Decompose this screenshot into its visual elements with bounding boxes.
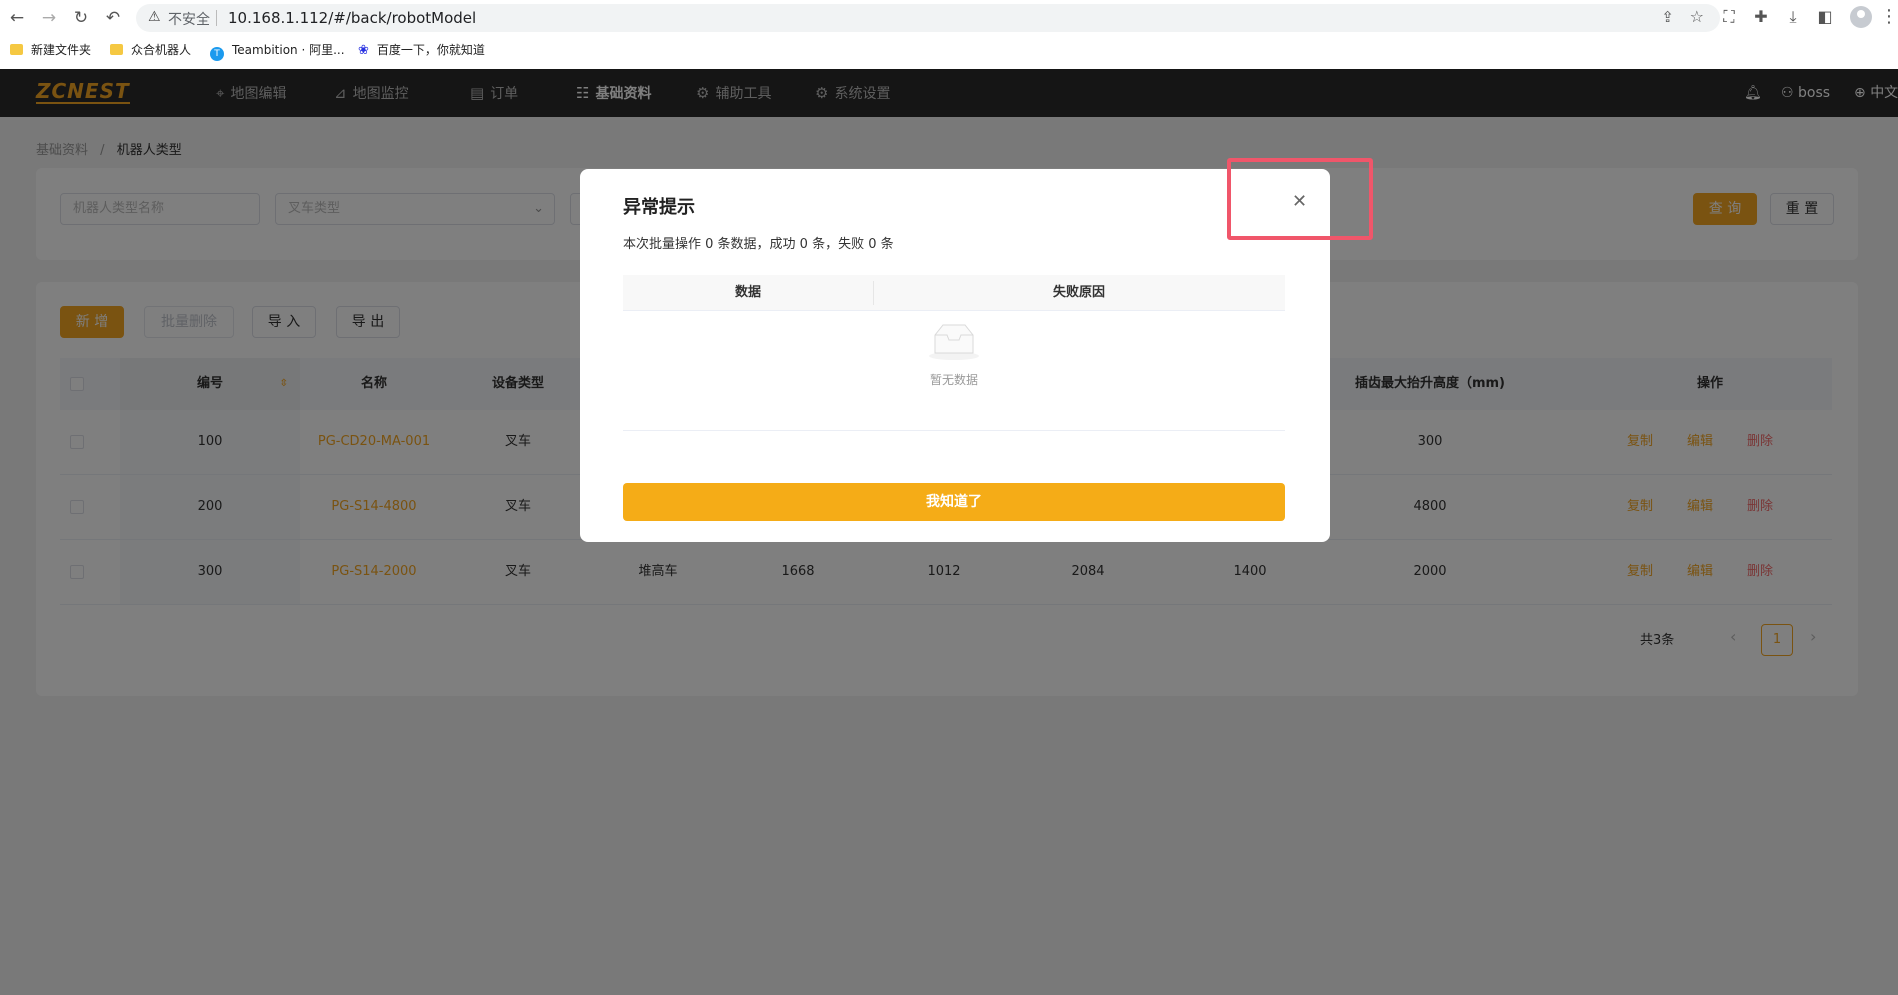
header-data: 数据 xyxy=(734,285,761,300)
share-icon[interactable]: ⇪ xyxy=(1661,8,1674,26)
menu-icon[interactable]: ⋮ xyxy=(1880,6,1898,27)
bookmark-baidu[interactable]: ❀ 百度一下，你就知道 xyxy=(358,41,485,58)
empty-inbox-icon xyxy=(929,324,979,360)
header-fail-reason: 失败原因 xyxy=(1052,285,1105,300)
warning-icon: ⚠ xyxy=(148,9,161,25)
dialog-title: 异常提示 xyxy=(623,197,695,218)
sidepanel-icon[interactable]: ◧ xyxy=(1814,7,1836,26)
browser-chrome: ← → ↻ ↶ ⚠ 不安全 10.168.1.112/#/back/robotM… xyxy=(0,0,1898,69)
empty-text: 暂无数据 xyxy=(929,373,978,387)
crop-icon[interactable]: ⛶ xyxy=(1718,7,1740,27)
profile-avatar[interactable] xyxy=(1850,6,1872,28)
exception-dialog: 异常提示 ✕ 本次批量操作 0 条数据，成功 0 条，失败 0 条 数据 失败原… xyxy=(580,169,1330,542)
bookmark-folder[interactable]: 新建文件夹 xyxy=(10,41,91,58)
baidu-icon: ❀ xyxy=(358,43,369,58)
url-text[interactable]: 10.168.1.112/#/back/robotModel xyxy=(228,9,476,27)
dialog-message: 本次批量操作 0 条数据，成功 0 条，失败 0 条 xyxy=(623,237,894,252)
empty-state: 暂无数据 xyxy=(623,311,1285,431)
back-icon[interactable]: ← xyxy=(6,7,28,29)
address-row: ← → ↻ ↶ ⚠ 不安全 10.168.1.112/#/back/robotM… xyxy=(0,0,1898,36)
address-bar[interactable]: ⚠ 不安全 10.168.1.112/#/back/robotModel ⇪ ☆ xyxy=(136,4,1720,32)
insecure-label: 不安全 xyxy=(168,12,210,28)
extensions-icon[interactable]: ✚ xyxy=(1750,7,1772,26)
download-icon[interactable]: ⤓ xyxy=(1782,7,1804,27)
dialog-table-header: 数据 失败原因 xyxy=(623,275,1285,311)
acknowledge-button[interactable]: 我知道了 xyxy=(623,483,1285,521)
history-back-icon[interactable]: ↶ xyxy=(102,7,124,29)
bookmark-teambition[interactable]: T Teambition · 阿里... xyxy=(210,41,345,61)
highlight-box xyxy=(1227,158,1373,240)
star-icon[interactable]: ☆ xyxy=(1690,7,1704,26)
forward-icon[interactable]: → xyxy=(38,7,60,29)
bookmark-folder[interactable]: 众合机器人 xyxy=(110,41,191,58)
reload-icon[interactable]: ↻ xyxy=(70,7,92,29)
url-separator xyxy=(216,10,217,26)
folder-icon xyxy=(110,44,123,55)
folder-icon xyxy=(10,44,23,55)
teambition-icon: T xyxy=(210,47,224,61)
